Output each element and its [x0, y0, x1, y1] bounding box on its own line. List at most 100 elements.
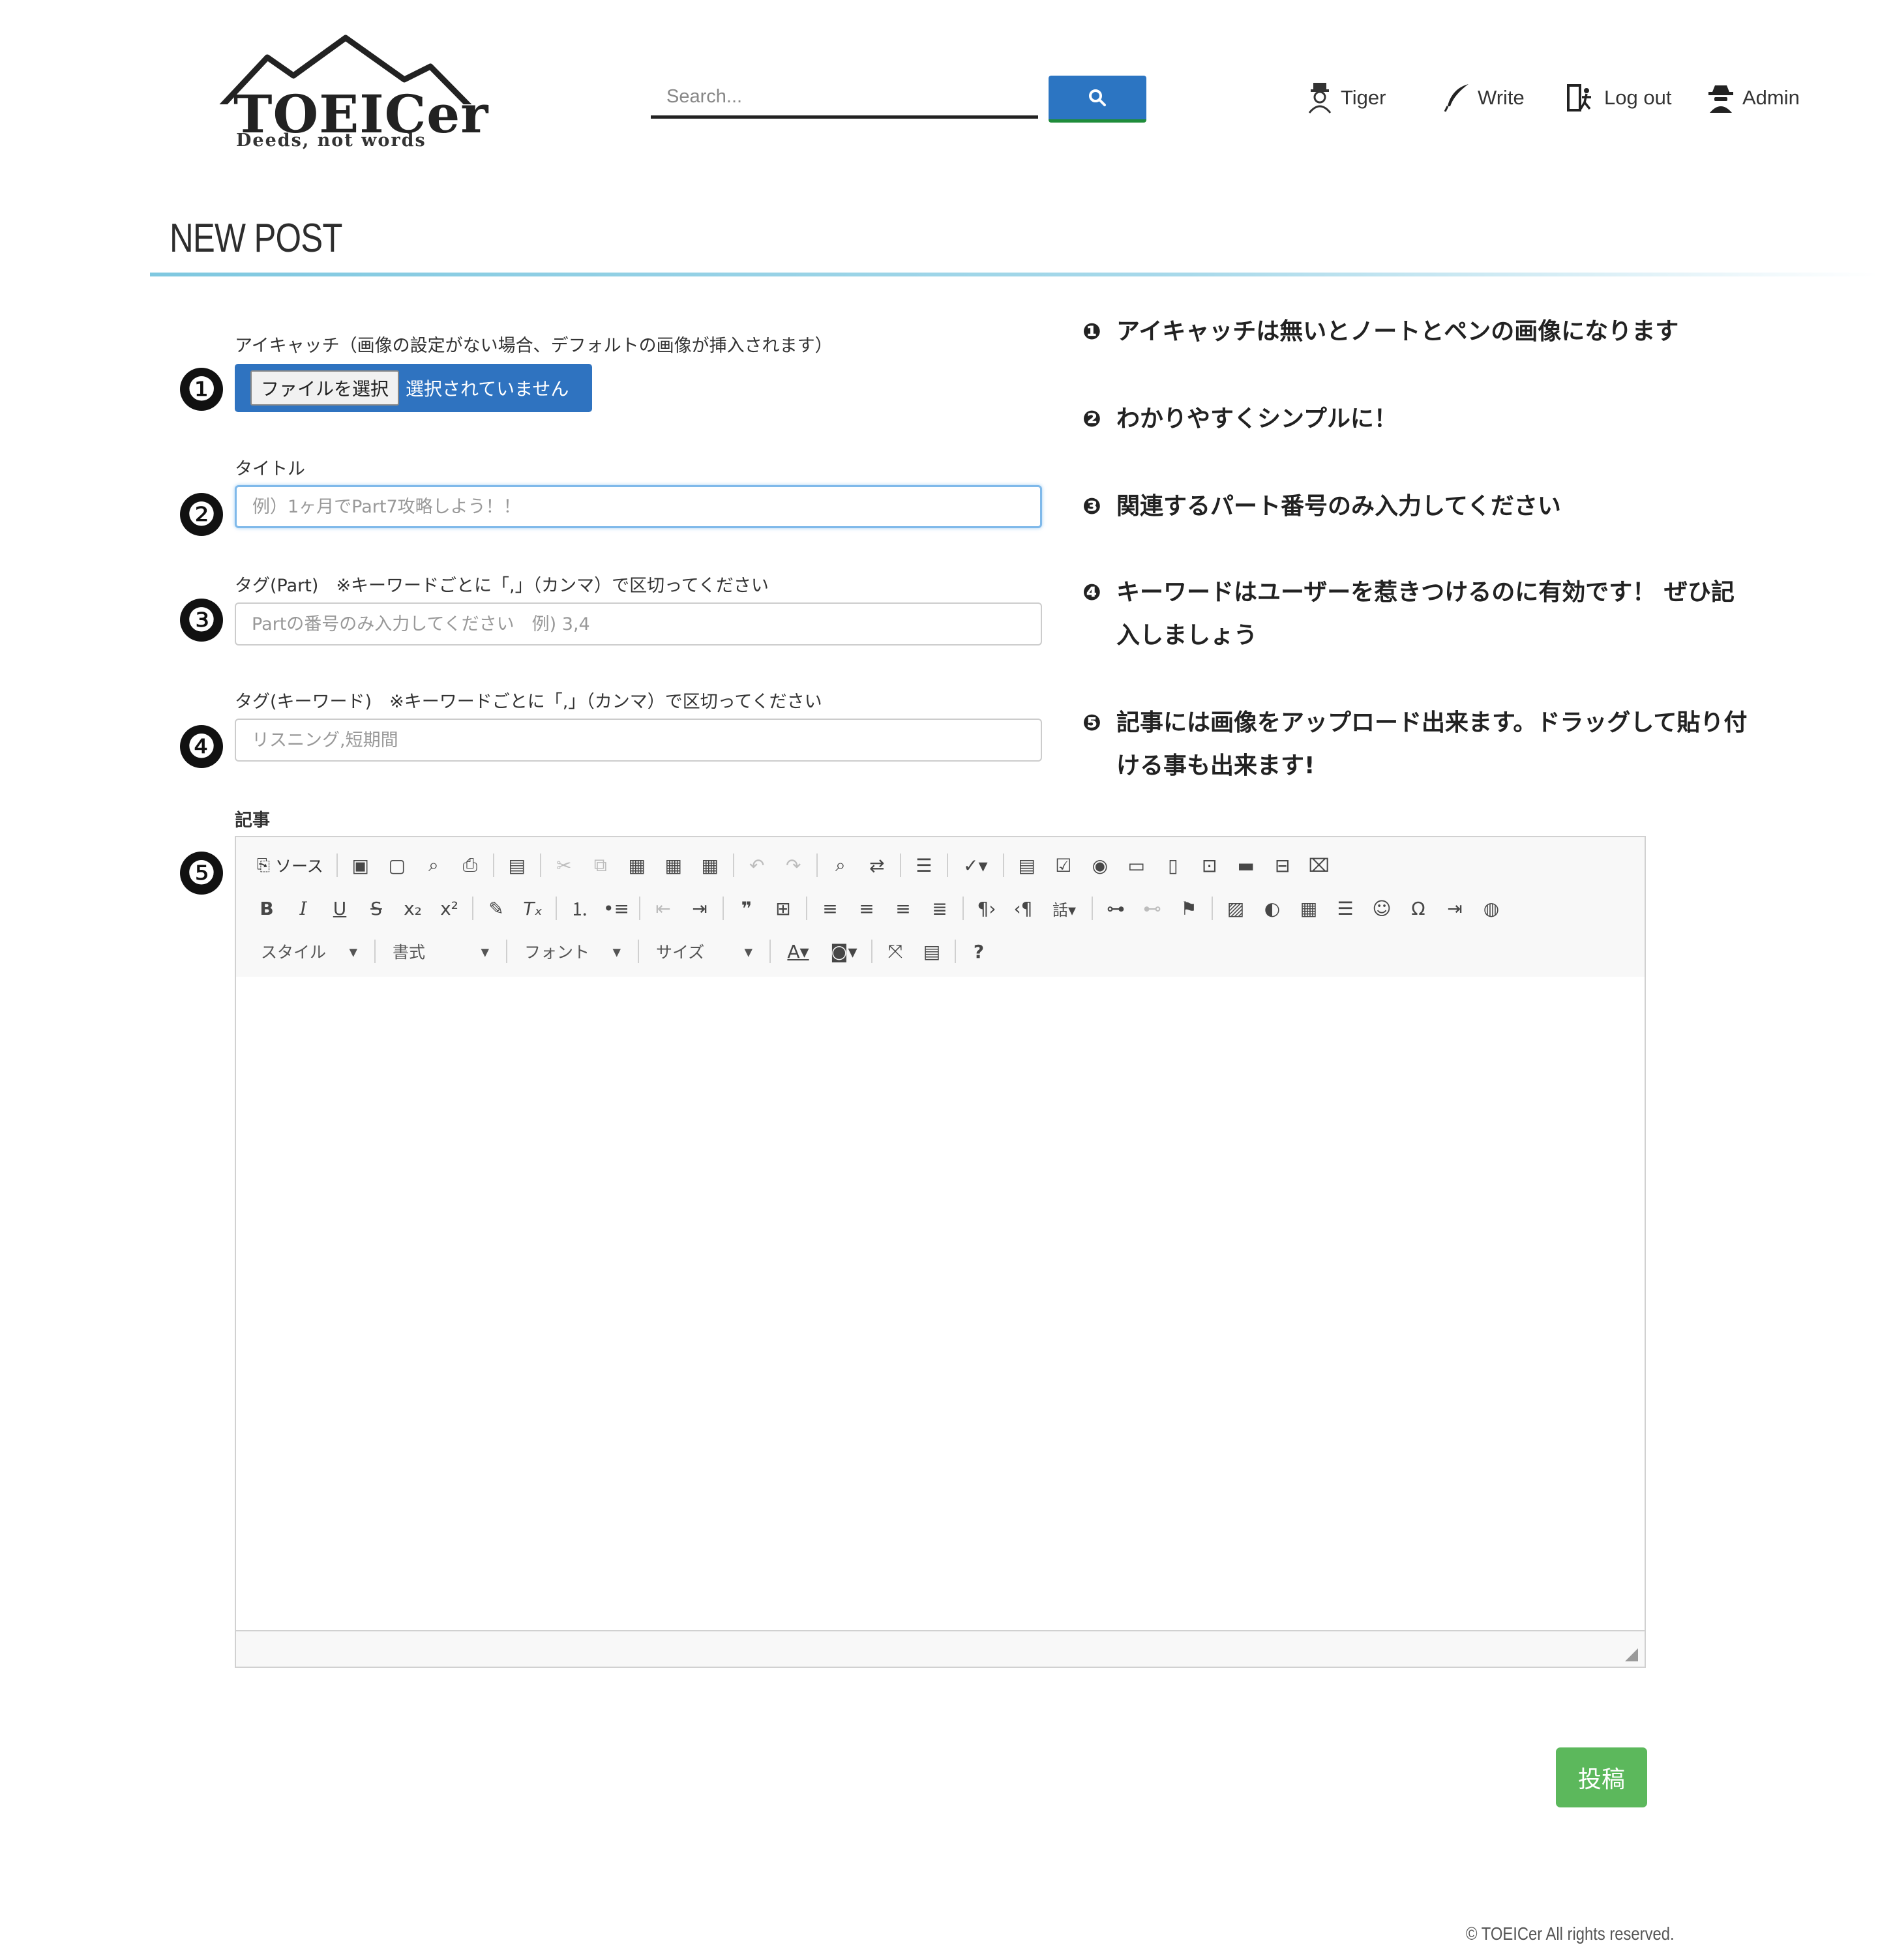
radio-icon[interactable]: ◉ [1084, 849, 1116, 882]
subscript-icon[interactable]: x₂ [396, 892, 429, 925]
save-icon[interactable]: ▣ [344, 849, 377, 882]
special-char-icon[interactable]: Ω [1402, 892, 1435, 925]
superscript-icon[interactable]: x² [433, 892, 466, 925]
source-button[interactable]: ⎘ ソース [250, 849, 330, 882]
paste-word-icon[interactable]: ▦ [694, 849, 726, 882]
help-icon[interactable]: ? [962, 935, 995, 968]
tag-keyword-input[interactable] [235, 719, 1042, 762]
copy-icon[interactable]: ⧉ [584, 849, 617, 882]
ltr-icon[interactable]: ¶› [970, 892, 1003, 925]
link-icon[interactable]: ⊶ [1099, 892, 1132, 925]
align-left-icon[interactable]: ≡ [814, 892, 846, 925]
bold-icon[interactable]: B [250, 892, 283, 925]
format-combo[interactable]: 書式 ▾ [382, 935, 499, 968]
font-combo[interactable]: フォント ▾ [514, 935, 631, 968]
tag-keyword-label: タグ(キーワード) ※キーワードごとに「,」（カンマ）で区切ってください [235, 692, 822, 712]
submit-post-button[interactable]: 投稿 [1556, 1747, 1647, 1807]
nav-user-tiger[interactable]: Tiger [1307, 78, 1386, 117]
toolbar-separator [374, 940, 376, 963]
hint-3-text: 関連するパート番号のみ入力してください [1116, 493, 1561, 520]
cut-icon[interactable]: ✂ [548, 849, 580, 882]
align-justify-icon[interactable]: ≣ [923, 892, 956, 925]
search-input[interactable] [651, 78, 1038, 119]
text-color-icon[interactable]: A▾ [777, 935, 819, 968]
title-input[interactable] [235, 485, 1042, 528]
hint-2-number: ❷ [1082, 406, 1101, 432]
step-badge-5: ❺ [180, 852, 223, 895]
style-combo[interactable]: スタイル ▾ [250, 935, 368, 968]
paste-text-icon[interactable]: ▦ [657, 849, 690, 882]
flash-icon[interactable]: ◐ [1256, 892, 1289, 925]
button-field-icon[interactable]: ▬ [1230, 849, 1262, 882]
bg-color-icon[interactable]: ◙▾ [823, 935, 865, 968]
site-logo[interactable]: TOEICer Deeds, not words [196, 33, 489, 163]
underline-icon[interactable]: U [323, 892, 356, 925]
bulleted-list-icon[interactable]: •≡ [600, 892, 633, 925]
hint-2: ❷ わかりやすくシンプルに！ [1082, 398, 1748, 441]
title-label: タイトル [235, 459, 305, 479]
smiley-icon[interactable]: ☺ [1365, 892, 1398, 925]
resize-handle-icon[interactable] [1625, 1648, 1638, 1661]
align-right-icon[interactable]: ≡ [887, 892, 919, 925]
undo-icon[interactable]: ↶ [741, 849, 773, 882]
form-icon[interactable]: ▤ [1011, 849, 1043, 882]
user-avatar-icon [1308, 83, 1332, 113]
tag-part-input[interactable] [235, 602, 1042, 646]
editor-statusbar [236, 1630, 1645, 1667]
unlink-icon[interactable]: ⊷ [1136, 892, 1169, 925]
copy-format-icon[interactable]: ✎ [480, 892, 513, 925]
search-button[interactable] [1049, 76, 1146, 123]
table-icon[interactable]: ▦ [1292, 892, 1325, 925]
outdent-icon[interactable]: ⇤ [647, 892, 679, 925]
horizontal-rule-icon[interactable]: ☰ [1329, 892, 1362, 925]
toolbar-separator [539, 854, 541, 877]
textfield-icon[interactable]: ▭ [1120, 849, 1153, 882]
nav-write[interactable]: Write [1444, 78, 1525, 117]
image-icon[interactable]: ▨ [1219, 892, 1252, 925]
editor-content-area[interactable] [236, 977, 1645, 1631]
tag-part-label: タグ(Part) ※キーワードごとに「,」（カンマ）で区切ってください [235, 576, 769, 596]
italic-icon[interactable]: I [287, 892, 320, 925]
image-button-icon[interactable]: ⊟ [1266, 849, 1299, 882]
choose-file-button[interactable]: ファイルを選択 [250, 370, 400, 406]
templates-icon[interactable]: ▤ [501, 849, 533, 882]
remove-format-icon[interactable]: Tₓ [516, 892, 549, 925]
anchor-flag-icon[interactable]: ⚑ [1172, 892, 1205, 925]
print-icon[interactable]: ⎙ [454, 849, 486, 882]
find-icon[interactable]: ⌕ [824, 849, 857, 882]
nav-admin[interactable]: Admin [1707, 78, 1800, 117]
rtl-icon[interactable]: ‹¶ [1007, 892, 1039, 925]
show-blocks-icon[interactable]: ▤ [916, 935, 948, 968]
iframe-globe-icon[interactable]: ◍ [1475, 892, 1508, 925]
select-all-icon[interactable]: ☰ [908, 849, 940, 882]
nav-logout[interactable]: Log out [1566, 78, 1671, 117]
blockquote-icon[interactable]: ❞ [730, 892, 763, 925]
new-page-icon[interactable]: ▢ [381, 849, 413, 882]
strikethrough-icon[interactable]: S [360, 892, 393, 925]
redo-icon[interactable]: ↷ [777, 849, 810, 882]
textarea-icon[interactable]: ▯ [1157, 849, 1189, 882]
eyecatch-file-input[interactable]: ファイルを選択 選択されていません [235, 364, 592, 412]
toolbar-separator [871, 940, 872, 963]
spellcheck-icon[interactable]: ✓▾ [955, 849, 996, 882]
maximize-icon[interactable]: ⤧ [879, 935, 912, 968]
align-center-icon[interactable]: ≡ [850, 892, 883, 925]
replace-icon[interactable]: ⇄ [861, 849, 893, 882]
paste-icon[interactable]: ▦ [621, 849, 653, 882]
select-field-icon[interactable]: ⊡ [1193, 849, 1226, 882]
quill-pen-icon [1444, 84, 1468, 112]
toolbar-separator [638, 940, 639, 963]
preview-icon[interactable]: ⌕ [417, 849, 450, 882]
size-combo[interactable]: サイズ ▾ [646, 935, 763, 968]
page-break-icon[interactable]: ⇥ [1438, 892, 1471, 925]
search-icon [1089, 89, 1106, 106]
checkbox-icon[interactable]: ☑ [1047, 849, 1080, 882]
hidden-field-icon[interactable]: ⌧ [1303, 849, 1335, 882]
nav-admin-label: Admin [1742, 86, 1800, 109]
numbered-list-icon[interactable]: ⒈ [563, 892, 596, 925]
language-icon[interactable]: 話▾ [1043, 892, 1085, 925]
toolbar-separator [769, 940, 771, 963]
indent-icon[interactable]: ⇥ [683, 892, 716, 925]
format-combo-label: 書式 [393, 943, 426, 962]
create-div-icon[interactable]: ⊞ [767, 892, 799, 925]
